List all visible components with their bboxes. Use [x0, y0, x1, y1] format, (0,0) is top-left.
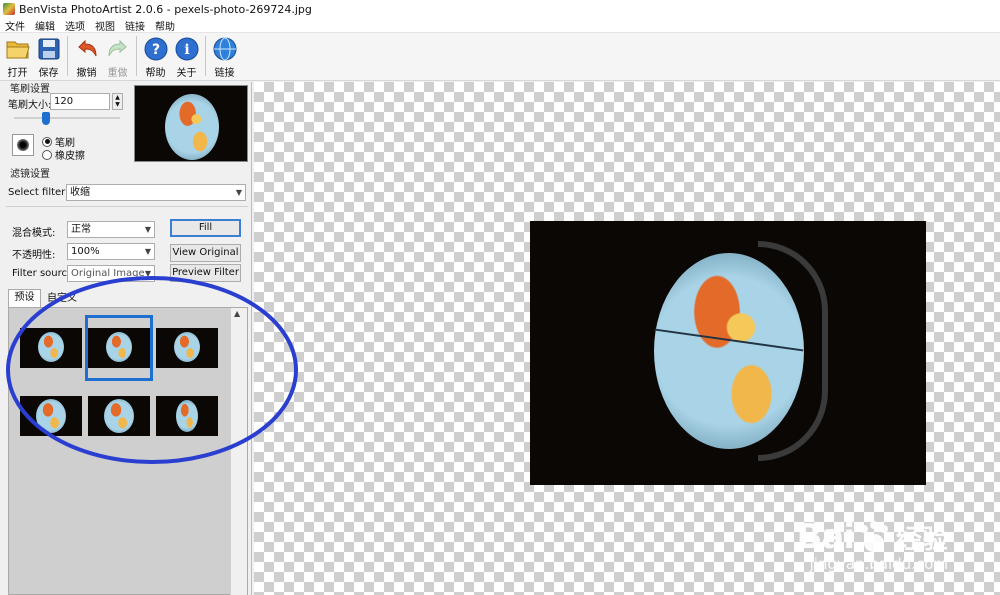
svg-text:i: i: [184, 42, 189, 58]
fill-button[interactable]: Fill: [170, 219, 241, 237]
toolbar: 打开 保存 撤销 重做 ? 帮助 i 关于 链接: [0, 33, 1000, 81]
folder-icon: [5, 36, 31, 61]
eraser-mode-radio[interactable]: 橡皮擦: [42, 147, 85, 162]
radio-checked-icon: [42, 136, 52, 147]
divider: [6, 206, 248, 207]
chevron-down-icon: ▼: [144, 225, 151, 234]
brush-size-slider[interactable]: [41, 112, 50, 125]
radio-unchecked-icon: [42, 149, 52, 160]
brush-size-label: 笔刷大小:: [8, 100, 52, 111]
floppy-disk-icon: [36, 36, 62, 61]
globe-image: [165, 94, 219, 160]
save-button[interactable]: 保存: [33, 33, 64, 79]
menu-view[interactable]: 视图: [90, 18, 120, 33]
undo-button[interactable]: 撤销: [71, 33, 102, 79]
navigator-thumbnail[interactable]: [134, 85, 248, 162]
globe-image: [654, 253, 804, 449]
globe-icon: [212, 36, 238, 61]
brush-size-input[interactable]: 120: [50, 93, 110, 110]
watermark-url: jingyan.baidu.com: [809, 555, 948, 573]
filter-settings-title: 滤镜设置: [10, 169, 50, 180]
info-icon: i: [174, 36, 200, 61]
watermark: Bai 经验 jingyan.baidu.com: [796, 517, 948, 573]
toolbar-separator: [136, 36, 137, 76]
redo-icon: [105, 36, 131, 61]
opacity-label: 不透明性:: [12, 250, 56, 261]
watermark-brand-suffix: 经验: [895, 524, 948, 555]
chevron-down-icon: ▼: [235, 188, 242, 197]
menu-help[interactable]: 帮助: [150, 18, 180, 33]
menu-options[interactable]: 选项: [60, 18, 90, 33]
toolbar-separator: [67, 36, 68, 76]
open-button[interactable]: 打开: [2, 33, 33, 79]
window-title: BenVista PhotoArtist 2.0.6 - pexels-phot…: [19, 2, 312, 16]
link-button[interactable]: 链接: [209, 33, 240, 79]
watermark-brand: Bai: [796, 517, 855, 557]
main-photo: [530, 221, 926, 485]
help-icon: ?: [143, 36, 169, 61]
menu-file[interactable]: 文件: [0, 18, 30, 33]
chevron-down-icon: ▼: [144, 247, 151, 256]
opacity-select[interactable]: 100% ▼: [67, 243, 155, 260]
filter-select[interactable]: 收缩 ▼: [66, 184, 246, 201]
menu-edit[interactable]: 编辑: [30, 18, 60, 33]
svg-text:?: ?: [151, 42, 159, 58]
brush-settings-title: 笔刷设置: [10, 84, 50, 95]
title-bar: BenVista PhotoArtist 2.0.6 - pexels-phot…: [0, 0, 1000, 18]
app-icon: [3, 3, 15, 15]
toolbar-separator: [205, 36, 206, 76]
brush-preview: [12, 134, 34, 156]
blend-mode-label: 混合模式:: [12, 228, 56, 239]
select-filter-label: Select filter:: [8, 187, 69, 198]
undo-icon: [74, 36, 100, 61]
brush-size-track: [14, 117, 120, 119]
help-button[interactable]: ? 帮助: [140, 33, 171, 79]
annotation-ellipse: [6, 276, 298, 464]
soft-brush-icon: [17, 139, 29, 151]
menu-bar: 文件 编辑 选项 视图 链接 帮助: [0, 18, 1000, 33]
paw-icon: [859, 521, 888, 552]
view-original-button[interactable]: View Original: [170, 244, 241, 262]
blend-mode-select[interactable]: 正常 ▼: [67, 221, 155, 238]
redo-button[interactable]: 重做: [102, 33, 133, 79]
brush-size-spinner[interactable]: ▲ ▼: [112, 93, 123, 110]
about-button[interactable]: i 关于: [171, 33, 202, 79]
menu-link[interactable]: 链接: [120, 18, 150, 33]
